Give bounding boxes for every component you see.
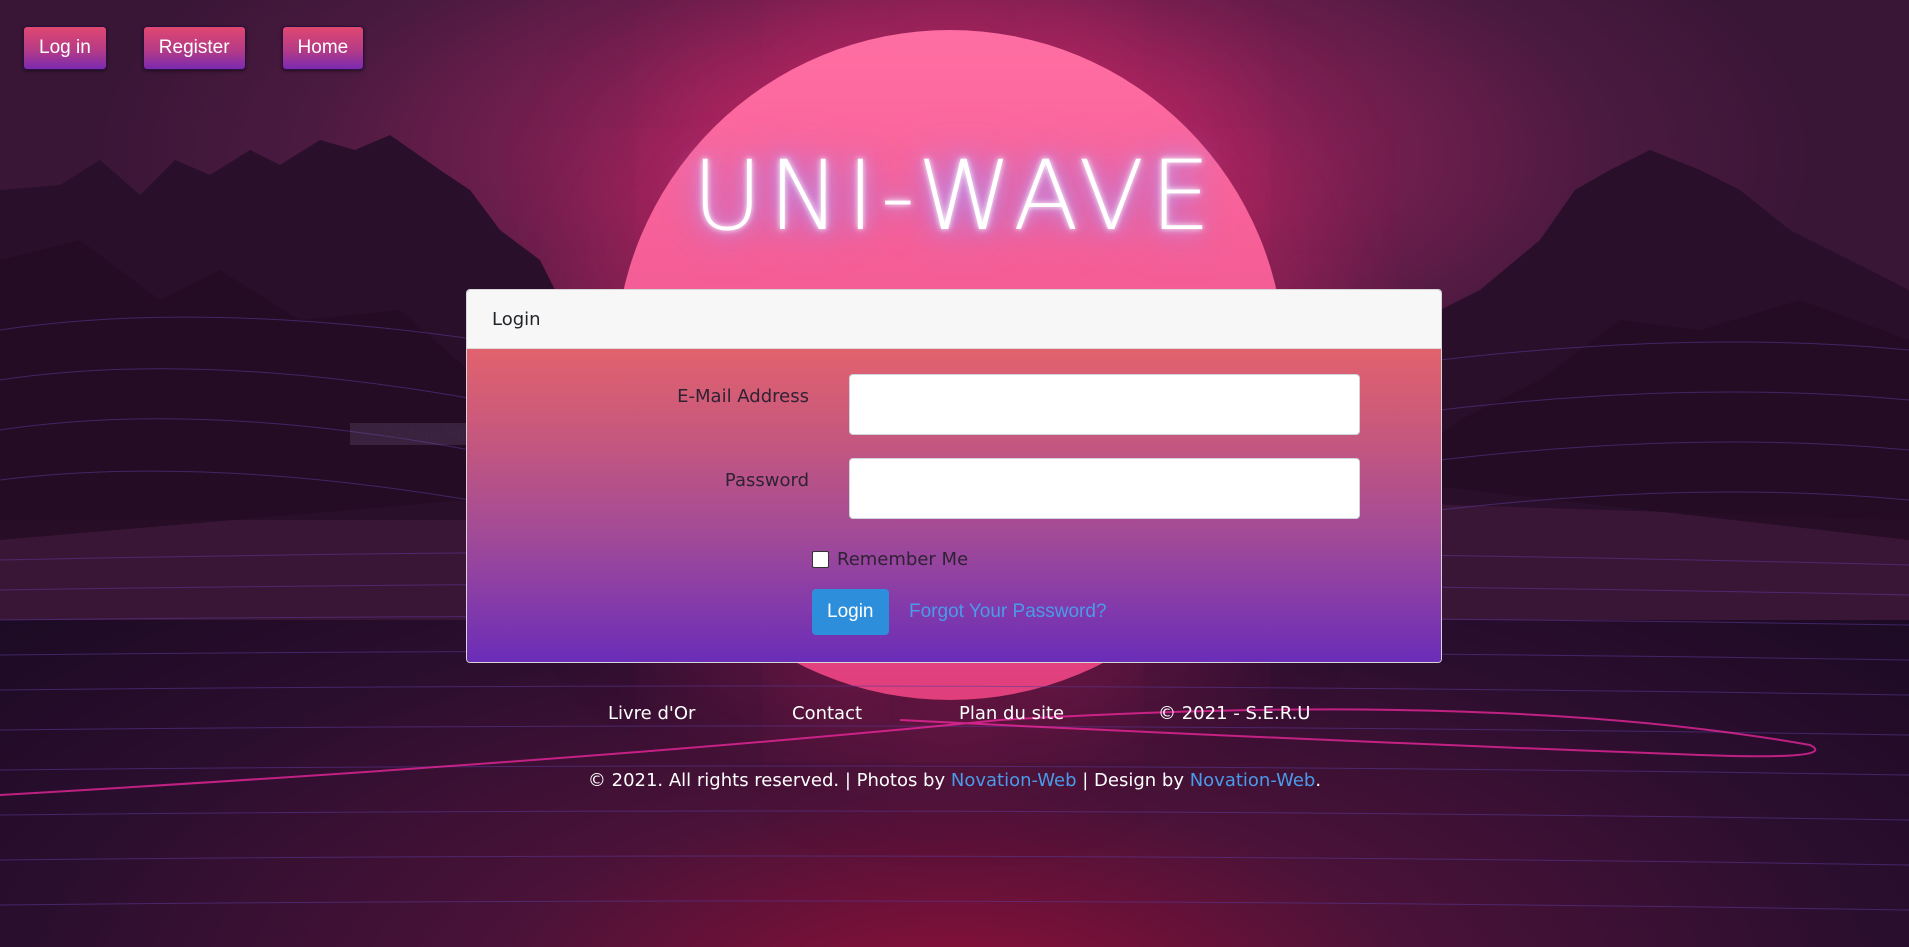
- password-label: Password: [724, 470, 809, 491]
- nav-register-button[interactable]: Register: [142, 26, 246, 70]
- password-field[interactable]: [849, 458, 1360, 519]
- footer-link-sitemap[interactable]: Plan du site: [959, 703, 1064, 724]
- footer-copyright-short: © 2021 - S.E.R.U: [1158, 703, 1311, 724]
- nav-home-button[interactable]: Home: [281, 26, 365, 70]
- footer-copyright: © 2021. All rights reserved. | Photos by…: [0, 770, 1909, 791]
- remember-me-row: Remember Me: [812, 549, 968, 570]
- remember-me-label: Remember Me: [837, 549, 969, 570]
- footer-link-guestbook[interactable]: Livre d'Or: [608, 703, 695, 724]
- login-submit-button[interactable]: Login: [812, 589, 889, 635]
- nav-login-button[interactable]: Log in: [23, 26, 107, 70]
- design-by-link[interactable]: Novation-Web: [1190, 770, 1316, 791]
- copyright-prefix: © 2021. All rights reserved. | Photos by: [587, 770, 951, 791]
- site-logo-title: UNI-WAVE: [692, 140, 1217, 252]
- footer-link-contact[interactable]: Contact: [792, 703, 862, 724]
- email-label: E-Mail Address: [677, 386, 809, 407]
- email-field[interactable]: [849, 374, 1360, 435]
- login-card: Login E-Mail Address Password Remember M…: [466, 289, 1442, 663]
- top-nav: Log in Register Home: [23, 26, 365, 70]
- login-card-header: Login: [467, 290, 1441, 349]
- login-card-body: E-Mail Address Password Remember Me Logi…: [467, 349, 1441, 662]
- forgot-password-link[interactable]: Forgot Your Password?: [909, 601, 1107, 623]
- design-separator: | Design by: [1076, 770, 1190, 791]
- photos-by-link[interactable]: Novation-Web: [951, 770, 1077, 791]
- copyright-end: .: [1315, 770, 1322, 791]
- remember-me-checkbox[interactable]: [812, 551, 829, 568]
